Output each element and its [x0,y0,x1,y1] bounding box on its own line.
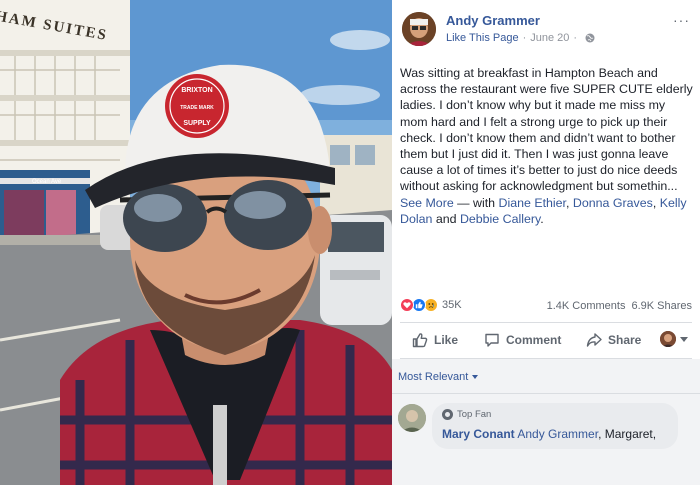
thumbs-up-icon [412,333,428,348]
top-fan-badge: Top Fan [442,409,491,420]
tag-and: and [432,211,460,226]
post-panel: Andy Grammer Like This Page · June 20 · … [392,0,700,485]
comment-sort-dropdown[interactable]: Most Relevant [398,371,479,383]
divider [400,322,692,323]
like-page-link[interactable]: Like This Page [446,32,519,44]
comment-bubble-icon [485,333,499,347]
tag-separator: , [652,195,660,210]
like-button-label: Like [434,333,459,347]
comment-sort-label: Most Relevant [398,371,469,383]
with-text: — with [453,195,499,210]
comment-button-label: Comment [506,333,562,347]
react-as-selector[interactable] [660,331,688,347]
chevron-down-icon [680,336,688,342]
subline-separator: · [522,32,527,44]
globe-icon [585,33,595,43]
commenter-name[interactable]: Mary Conant [442,427,515,441]
like-button[interactable]: Like [412,332,458,348]
tagged-person[interactable]: Debbie Callery [460,212,540,226]
end-punctuation: . [540,211,544,226]
top-fan-label: Top Fan [457,409,492,420]
like-reaction-icon [412,298,426,312]
post-actions: Like Comment Share [392,324,700,358]
share-arrow-icon [586,333,602,347]
shares-count[interactable]: 6.9K Shares [631,300,692,312]
engagement-counts: 1.4K Comments 6.9K Shares [547,300,692,312]
sad-reaction-icon [424,298,438,312]
reaction-summary[interactable]: 35K [400,298,462,312]
comment-mention[interactable]: Andy Grammer [517,427,598,441]
tag-separator: , [566,195,573,210]
tagged-person[interactable]: Donna Graves [573,196,653,210]
top-fan-badge-icon [442,409,453,420]
comments-section: Most Relevant Top Fan Mary Conant Andy G… [392,359,700,485]
post-subline: Like This Page · June 20 · [446,32,595,44]
comment-button[interactable]: Comment [484,332,561,348]
share-button[interactable]: Share [586,332,641,348]
chevron-down-icon [472,375,479,379]
reaction-count: 35K [442,299,462,311]
shop-sign: Ocean Ave [32,179,62,185]
author-name[interactable]: Andy Grammer [446,13,540,28]
comment-text: Mary Conant Andy Grammer, Margaret, [442,427,656,441]
comment-text-tail: , Margaret, [598,427,657,441]
viewer-avatar [660,331,676,347]
cap-patch-mid-text: TRADE MARK [180,105,214,111]
author-avatar[interactable] [402,12,436,46]
tagged-person[interactable]: Diane Ethier [499,196,567,210]
selfie-image: HAM SUITES Ocean Ave BRIXTON TRADE MARK … [0,0,392,485]
post-photo[interactable]: HAM SUITES Ocean Ave BRIXTON TRADE MARK … [0,0,392,485]
love-reaction-icon [400,298,414,312]
divider [392,393,700,394]
post-body-text: Was sitting at breakfast in Hampton Beac… [400,66,693,194]
commenter-avatar[interactable] [398,404,426,432]
cap-patch-top-text: BRIXTON [181,87,212,94]
date-separator: · [573,32,578,44]
share-button-label: Share [608,333,642,347]
cap-patch-bottom-text: SUPPLY [183,120,211,127]
post-text: Was sitting at breakfast in Hampton Beac… [400,65,694,227]
see-more-link[interactable]: See More [400,196,454,210]
post-date[interactable]: June 20 [530,32,569,44]
post-options-button[interactable]: ··· [673,12,690,28]
comment-bubble: Top Fan Mary Conant Andy Grammer, Margar… [432,403,678,449]
post-header: Andy Grammer Like This Page · June 20 · … [392,0,700,56]
comments-count[interactable]: 1.4K Comments [547,300,626,312]
